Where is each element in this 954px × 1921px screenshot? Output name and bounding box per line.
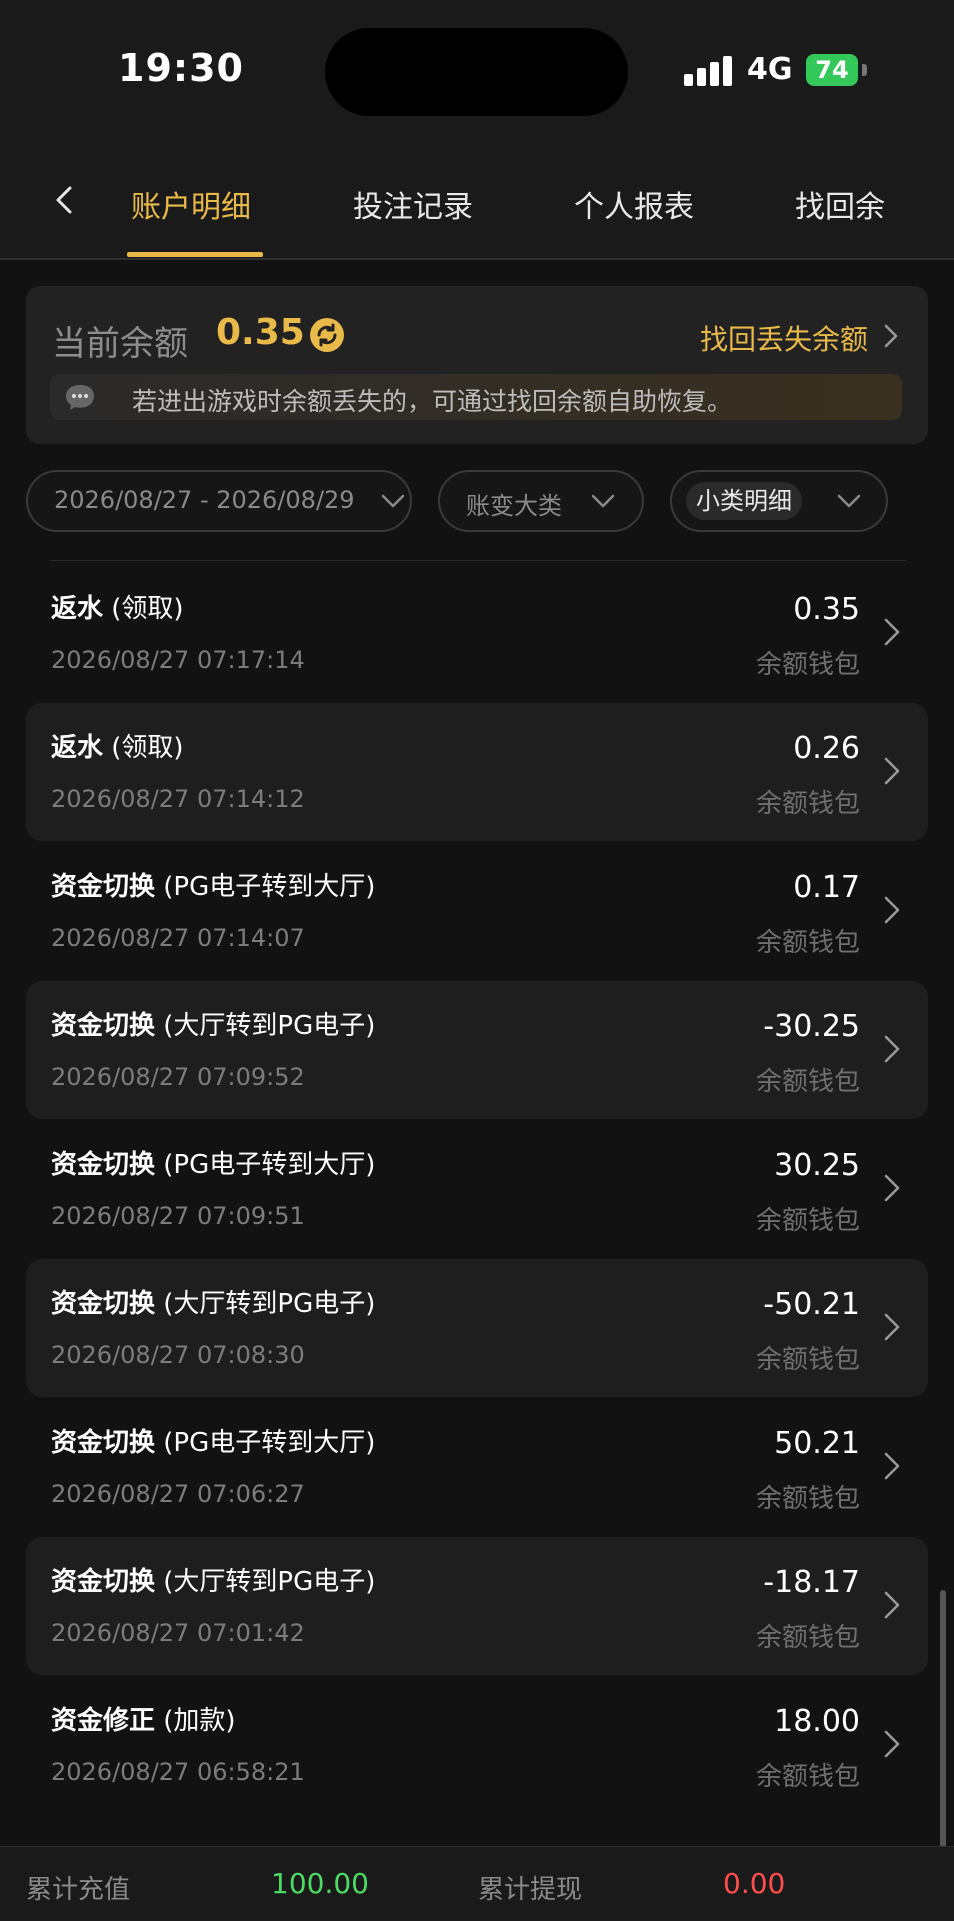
tab-account-details[interactable]: 账户明细 [131, 182, 251, 226]
chevron-right-icon [884, 896, 900, 924]
subcategory-value: 小类明细 [686, 482, 802, 520]
notice-text: 若进出游戏时余额丢失的，可通过找回余额自助恢复。 [132, 387, 733, 416]
transaction-wallet: 余额钱包 [755, 928, 860, 958]
transaction-wallet: 余额钱包 [755, 789, 860, 819]
chevron-right-icon [884, 1452, 900, 1480]
transaction-title: 资金切换 (大厅转到PG电子) [51, 1567, 376, 1597]
chevron-right-icon [884, 757, 900, 785]
chevron-right-icon [884, 1035, 900, 1063]
transaction-row[interactable]: 资金切换 (PG电子转到大厅) 2026/08/27 07:14:07 0.17… [26, 842, 928, 980]
balance-value: 0.35 [216, 312, 305, 353]
transaction-amount: 0.35 [793, 592, 860, 627]
date-range-filter[interactable]: 2026/08/27 - 2026/08/29 [26, 470, 412, 532]
transaction-wallet: 余额钱包 [755, 650, 860, 680]
transaction-amount: 50.21 [774, 1426, 860, 1461]
transaction-amount: -18.17 [763, 1565, 860, 1600]
transaction-time: 2026/08/27 07:14:07 [51, 924, 305, 952]
top-tab-bar: 账户明细 投注记录 个人报表 找回余 [0, 140, 954, 260]
transaction-title: 资金切换 (PG电子转到大厅) [51, 1428, 376, 1458]
transaction-title: 资金切换 (大厅转到PG电子) [51, 1011, 376, 1041]
transaction-title: 资金切换 (大厅转到PG电子) [51, 1289, 376, 1319]
back-icon[interactable] [50, 180, 80, 220]
transaction-time: 2026/08/27 07:01:42 [51, 1619, 305, 1647]
refresh-icon[interactable] [308, 316, 346, 354]
transaction-time: 2026/08/27 07:09:51 [51, 1202, 305, 1230]
total-withdraw-value: 0.00 [723, 1867, 786, 1900]
transaction-wallet: 余额钱包 [755, 1484, 860, 1514]
transaction-time: 2026/08/27 07:08:30 [51, 1341, 305, 1369]
transaction-row[interactable]: 资金切换 (PG电子转到大厅) 2026/08/27 07:09:51 30.2… [26, 1120, 928, 1258]
balance-label: 当前余额 [52, 324, 188, 364]
transaction-wallet: 余额钱包 [755, 1345, 860, 1375]
tab-bet-records[interactable]: 投注记录 [353, 182, 473, 226]
chevron-right-icon [884, 1313, 900, 1341]
transaction-time: 2026/08/27 07:17:14 [51, 646, 305, 674]
transaction-row[interactable]: 资金切换 (大厅转到PG电子) 2026/08/27 07:01:42 -18.… [26, 1537, 928, 1675]
transaction-title: 资金切换 (PG电子转到大厅) [51, 1150, 376, 1180]
transaction-time: 2026/08/27 07:14:12 [51, 785, 305, 813]
chevron-right-icon [884, 618, 900, 646]
transaction-time: 2026/08/27 07:06:27 [51, 1480, 305, 1508]
category-value: 账变大类 [466, 492, 562, 520]
transaction-row[interactable]: 资金切换 (大厅转到PG电子) 2026/08/27 07:08:30 -50.… [26, 1259, 928, 1397]
total-deposit-label: 累计充值 [26, 1875, 131, 1905]
recover-balance-link[interactable]: 找回丢失余额 [700, 318, 868, 358]
transaction-title: 资金切换 (PG电子转到大厅) [51, 872, 376, 902]
total-withdraw-label: 累计提现 [478, 1875, 583, 1905]
status-time: 19:30 [118, 46, 244, 90]
battery-icon: 74 [806, 54, 858, 86]
transaction-wallet: 余额钱包 [755, 1206, 860, 1236]
transaction-amount: -30.25 [763, 1009, 860, 1044]
transaction-amount: 18.00 [774, 1704, 860, 1739]
transaction-wallet: 余额钱包 [755, 1067, 860, 1097]
subcategory-filter[interactable]: 小类明细 [670, 470, 888, 532]
network-label: 4G [747, 52, 793, 87]
tab-personal-report[interactable]: 个人报表 [574, 182, 694, 226]
transaction-row[interactable]: 资金修正 (加款) 2026/08/27 06:58:21 18.00 余额钱包 [26, 1676, 928, 1814]
divider [50, 560, 906, 561]
recover-notice: 若进出游戏时余额丢失的，可通过找回余额自助恢复。 [50, 374, 902, 420]
transaction-amount: 0.26 [793, 731, 860, 766]
battery-level: 74 [815, 56, 849, 84]
transaction-time: 2026/08/27 06:58:21 [51, 1758, 305, 1786]
balance-card: 当前余额 0.35 找回丢失余额 若进出游戏时余额丢失的，可通过找回余额自助恢复… [26, 286, 928, 444]
transaction-wallet: 余额钱包 [755, 1623, 860, 1653]
chevron-down-icon [381, 494, 405, 508]
transaction-amount: 30.25 [774, 1148, 860, 1183]
chevron-down-icon [591, 494, 615, 508]
transaction-row[interactable]: 资金切换 (大厅转到PG电子) 2026/08/27 07:09:52 -30.… [26, 981, 928, 1119]
dynamic-island [325, 28, 628, 116]
chat-bubble-icon [66, 385, 94, 410]
category-filter[interactable]: 账变大类 [438, 470, 644, 532]
total-deposit-value: 100.00 [271, 1867, 369, 1900]
transaction-time: 2026/08/27 07:09:52 [51, 1063, 305, 1091]
tab-recover-balance[interactable]: 找回余 [795, 182, 885, 226]
transaction-row[interactable]: 资金切换 (PG电子转到大厅) 2026/08/27 07:06:27 50.2… [26, 1398, 928, 1536]
summary-footer: 累计充值 100.00 累计提现 0.00 [0, 1846, 954, 1921]
scrollbar[interactable] [940, 1590, 946, 1860]
transaction-title: 返水 (领取) [51, 733, 184, 763]
transaction-amount: -50.21 [763, 1287, 860, 1322]
active-tab-indicator [127, 252, 263, 257]
chevron-right-icon[interactable] [880, 322, 902, 350]
transaction-row[interactable]: 返水 (领取) 2026/08/27 07:14:12 0.26 余额钱包 [26, 703, 928, 841]
chevron-right-icon [884, 1730, 900, 1758]
battery-cap [862, 64, 867, 76]
chevron-down-icon [837, 494, 861, 508]
chevron-right-icon [884, 1591, 900, 1619]
transaction-row[interactable]: 返水 (领取) 2026/08/27 07:17:14 0.35 余额钱包 [26, 564, 928, 702]
transaction-title: 资金修正 (加款) [51, 1706, 236, 1736]
transaction-title: 返水 (领取) [51, 594, 184, 624]
status-bar: 19:30 4G 74 [0, 0, 954, 140]
chevron-right-icon [884, 1174, 900, 1202]
date-range-value: 2026/08/27 - 2026/08/29 [54, 486, 355, 514]
signal-icon [684, 56, 734, 86]
transaction-wallet: 余额钱包 [755, 1762, 860, 1792]
transaction-amount: 0.17 [793, 870, 860, 905]
